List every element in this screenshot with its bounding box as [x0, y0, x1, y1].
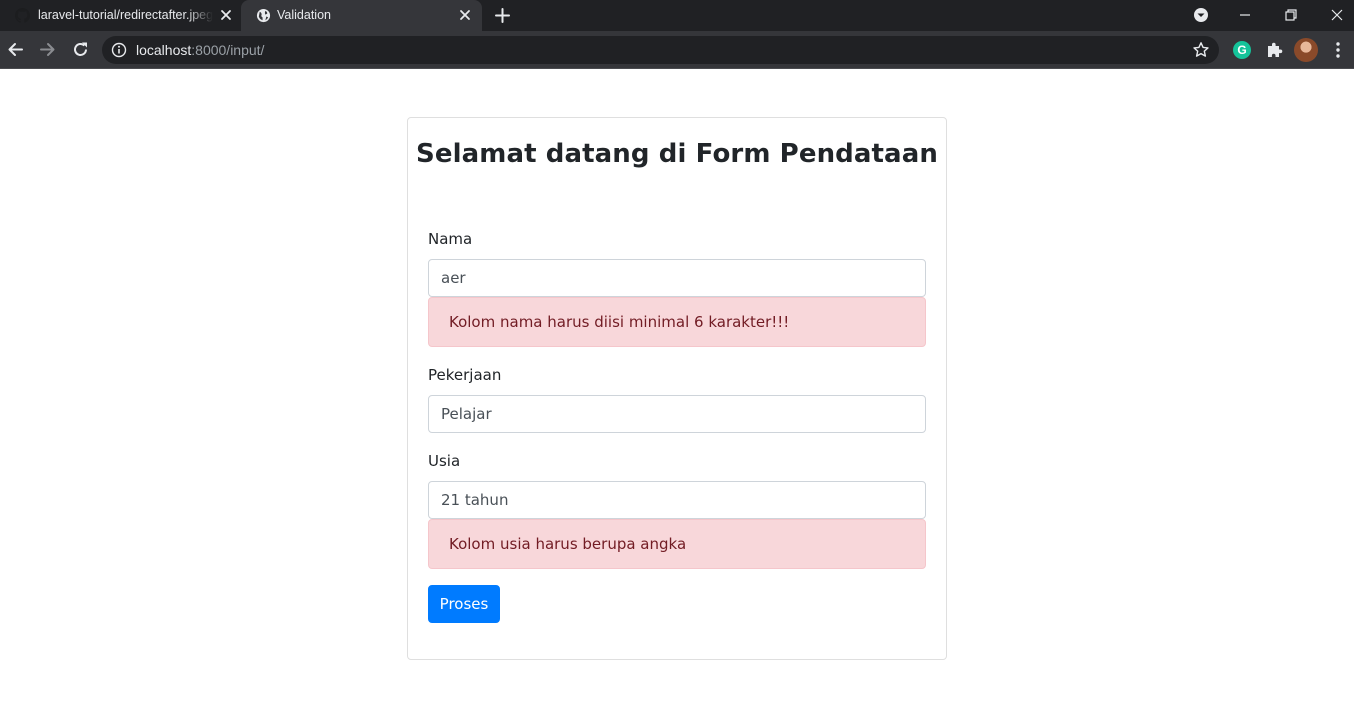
url-host: localhost	[136, 42, 192, 58]
tab-strip: laravel-tutorial/redirectafter.jpeg Vali…	[0, 0, 1354, 31]
minimize-icon[interactable]	[1234, 4, 1256, 26]
tab-search-icon[interactable]	[1190, 4, 1212, 26]
address-bar[interactable]	[102, 36, 1219, 64]
more-menu-icon[interactable]	[1329, 40, 1347, 60]
star-icon[interactable]	[1192, 41, 1210, 59]
restore-icon[interactable]	[1280, 4, 1302, 26]
close-icon[interactable]	[219, 8, 233, 22]
tab-validation[interactable]: Validation	[241, 0, 482, 31]
page-title: Selamat datang di Form Pendataan	[416, 139, 938, 169]
plus-icon[interactable]	[494, 7, 511, 24]
usia-label: Usia	[428, 452, 461, 470]
tab-redirectafter[interactable]: laravel-tutorial/redirectafter.jpeg	[0, 0, 241, 31]
tab-title: Validation	[277, 8, 331, 22]
close-icon[interactable]	[458, 8, 472, 22]
pekerjaan-label: Pekerjaan	[428, 366, 502, 384]
url-text[interactable]: localhost:8000/input/	[136, 42, 264, 58]
close-window-icon[interactable]	[1326, 4, 1348, 26]
reload-icon[interactable]	[71, 40, 90, 59]
nama-input[interactable]: aer	[428, 259, 926, 297]
nama-label: Nama	[428, 230, 473, 248]
forward-arrow-icon[interactable]	[38, 40, 57, 59]
tab-title: laravel-tutorial/redirectafter.jpeg	[38, 8, 213, 22]
profile-avatar[interactable]	[1294, 38, 1318, 62]
url-path: :8000/input/	[191, 42, 265, 58]
toolbar-divider	[0, 68, 1354, 69]
github-icon	[15, 8, 30, 23]
info-icon[interactable]	[111, 42, 127, 58]
grammarly-icon[interactable]: G	[1233, 41, 1251, 59]
back-arrow-icon[interactable]	[6, 40, 25, 59]
pekerjaan-input[interactable]: Pelajar	[428, 395, 926, 433]
usia-input[interactable]: 21 tahun	[428, 481, 926, 519]
form-card	[407, 117, 947, 660]
extensions-puzzle-icon[interactable]	[1265, 41, 1283, 59]
globe-icon	[256, 8, 271, 23]
proses-button[interactable]: Proses	[428, 585, 500, 623]
usia-error-alert: Kolom usia harus berupa angka	[428, 519, 926, 569]
nama-error-alert: Kolom nama harus diisi minimal 6 karakte…	[428, 297, 926, 347]
